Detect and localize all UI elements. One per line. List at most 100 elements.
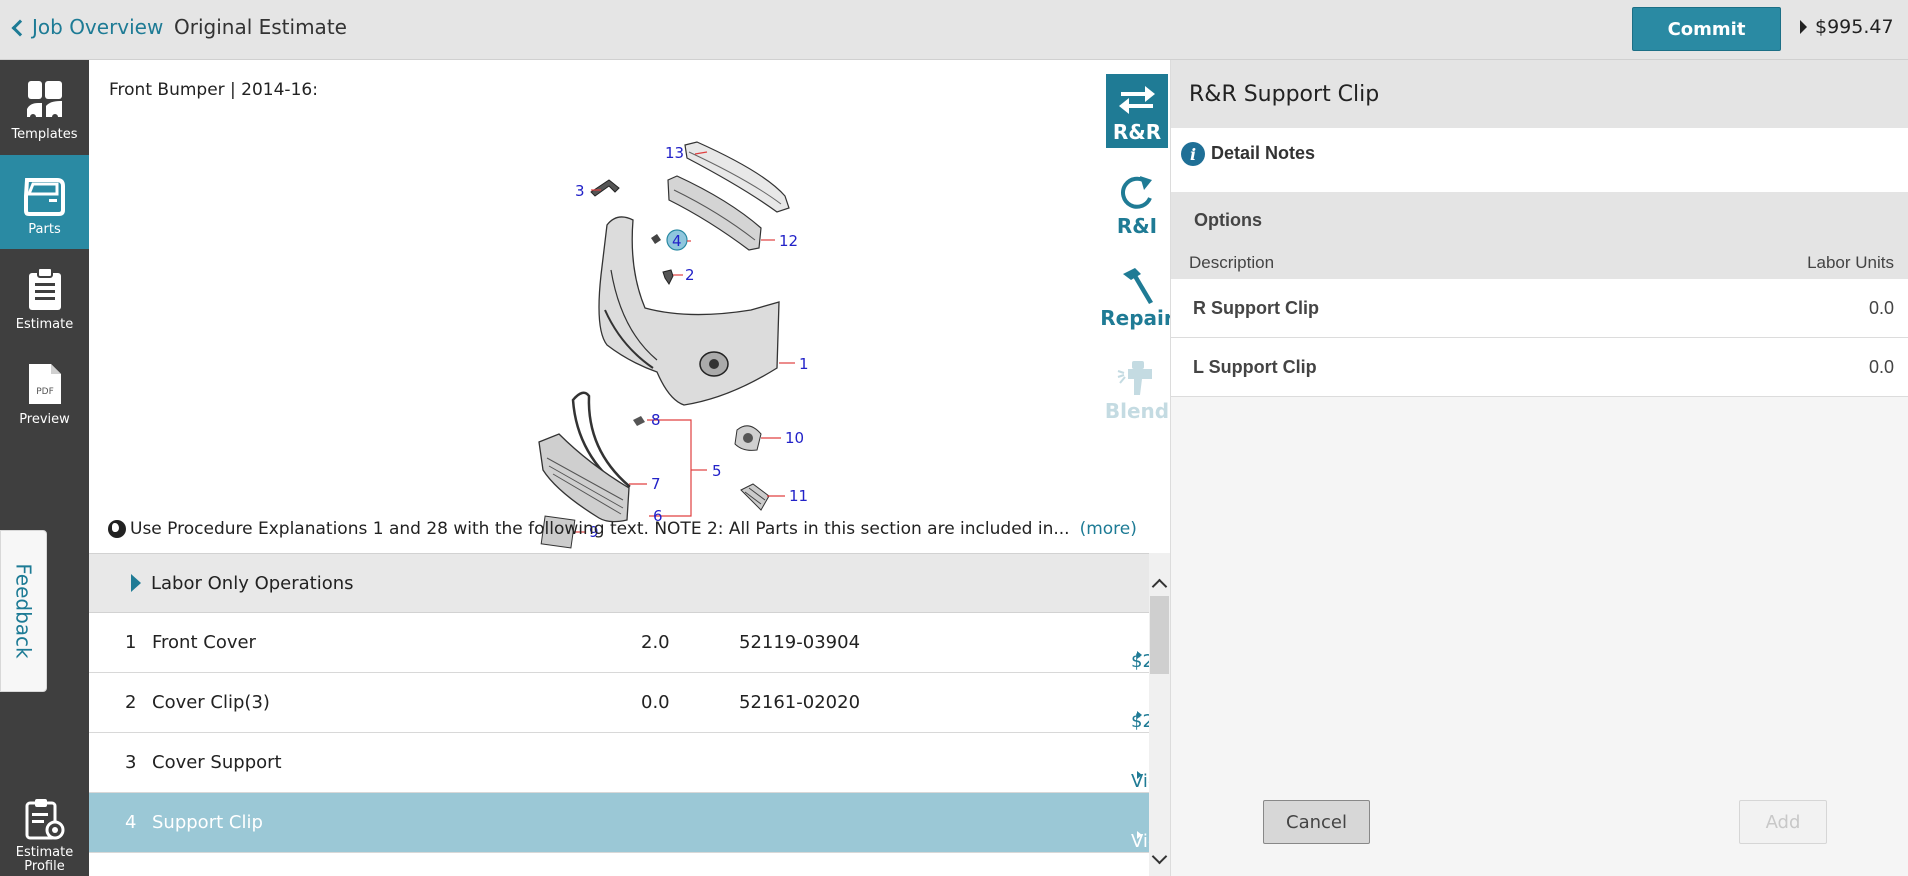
info-icon: i [1181, 142, 1205, 166]
callout-3: 3 [575, 182, 585, 200]
row-labor: 0.0 [641, 692, 670, 713]
column-labor-units: Labor Units [1807, 253, 1894, 272]
feedback-tab[interactable]: Feedback [0, 530, 47, 692]
caret-right-icon [1800, 20, 1807, 34]
parts-panel: Front Bumper | 2014-16: 1 2 3 4 5 6 7 8 … [89, 60, 1205, 876]
row-part-name: Cover Support [152, 752, 282, 773]
caret-right-icon [131, 574, 141, 592]
nav-preview-label: Preview [19, 412, 70, 427]
page-title: Original Estimate [174, 15, 347, 39]
option-description: L Support Clip [1193, 357, 1317, 377]
row-number: 2 [125, 692, 137, 713]
scroll-down-icon[interactable] [1151, 848, 1168, 865]
row-number: 4 [125, 812, 137, 833]
circular-arrow-icon [1121, 176, 1152, 209]
section-title: Front Bumper | 2014-16: [109, 80, 318, 100]
nav-estimate[interactable]: Estimate [0, 250, 89, 344]
spray-gun-icon [1117, 361, 1152, 395]
ri-operation-button[interactable]: R&I [1106, 168, 1168, 242]
callout-11: 11 [789, 487, 808, 505]
callout-5: 5 [712, 462, 722, 480]
clipboard-icon [28, 267, 61, 310]
caret-right-icon [1137, 831, 1142, 839]
row-part-number: 52161-02020 [739, 692, 861, 713]
nav-parts[interactable]: Parts [0, 155, 89, 249]
callout-13: 13 [665, 144, 684, 162]
row-part-name: Cover Clip(3) [152, 692, 270, 713]
procedure-note-text: Use Procedure Explanations 1 and 28 with… [130, 519, 1070, 539]
chevron-left-icon [11, 19, 29, 36]
scroll-up-icon[interactable] [1151, 578, 1168, 595]
car-door-icon [23, 178, 65, 216]
scroll-thumb[interactable] [1150, 596, 1169, 674]
globe-icon [108, 520, 126, 538]
callout-10: 10 [785, 429, 804, 447]
option-labor-units: 0.0 [1868, 357, 1894, 377]
swap-arrows-icon [1119, 86, 1155, 114]
labor-only-label: Labor Only Operations [151, 572, 354, 594]
callout-8: 8 [651, 411, 661, 429]
row-part-number: 52119-03904 [739, 632, 861, 653]
table-row-selected[interactable]: 4 Support Clip View Details [89, 793, 1193, 873]
templates-icon [26, 81, 62, 120]
parts-diagram: 1 2 3 4 5 6 7 8 9 10 11 12 13 044-13459 [538, 141, 809, 565]
job-overview-label: Job Overview [32, 15, 164, 39]
nav-parts-label: Parts [28, 222, 61, 237]
estimate-total[interactable]: $995.47 [1800, 16, 1894, 38]
nav-estimate-label: Estimate [15, 317, 74, 332]
table-scrollbar[interactable] [1149, 553, 1170, 876]
callout-7: 7 [651, 475, 661, 493]
detail-notes[interactable]: i Detail Notes [1171, 128, 1908, 192]
callout-2: 2 [685, 266, 695, 284]
column-description: Description [1189, 253, 1275, 272]
row-number: 3 [125, 752, 137, 773]
caret-right-icon [1137, 651, 1142, 659]
rr-label: R&R [1112, 120, 1162, 144]
labor-only-operations-toggle[interactable]: Labor Only Operations [89, 553, 1149, 613]
job-overview-link[interactable]: Job Overview [11, 15, 164, 39]
options-header: Options Description Labor Units [1171, 192, 1908, 279]
rr-operation-button[interactable]: R&R [1106, 74, 1168, 148]
operation-detail-panel: R&R Support Clip i Detail Notes Options … [1170, 60, 1908, 876]
row-labor: 2.0 [641, 632, 670, 653]
callout-1: 1 [799, 355, 809, 373]
nav-profile-label-1: Estimate [15, 845, 74, 860]
more-link[interactable]: (more) [1080, 519, 1137, 539]
commit-button[interactable]: Commit [1632, 7, 1781, 51]
pdf-document-icon: PDF [28, 364, 61, 404]
feedback-label: Feedback [11, 563, 36, 659]
table-row[interactable]: 3 Cover Support View Details [89, 733, 1193, 813]
options-title: Options [1194, 210, 1262, 230]
ri-label: R&I [1116, 214, 1158, 238]
callout-12: 12 [779, 232, 798, 250]
detail-notes-label: Detail Notes [1211, 143, 1316, 163]
nav-estimate-profile[interactable]: Estimate Profile [0, 795, 89, 876]
nav-preview[interactable]: PDF Preview [0, 345, 89, 439]
parts-table: Labor Only Operations 1 Front Cover 2.0 … [89, 553, 1205, 873]
cancel-button[interactable]: Cancel [1263, 800, 1370, 844]
top-bar: Job Overview Original Estimate Commit $9… [0, 0, 1908, 60]
hammer-icon [1123, 268, 1153, 304]
add-button[interactable]: Add [1739, 800, 1827, 844]
caret-right-icon [1137, 771, 1142, 779]
blend-operation-button[interactable]: Blend [1104, 353, 1170, 427]
table-row[interactable]: 2 Cover Clip(3) 0.0 52161-02020 $2.47 [89, 673, 1183, 733]
row-part-name: Front Cover [152, 632, 256, 653]
nav-templates-label: Templates [11, 127, 78, 142]
repair-label: Repair [1100, 306, 1174, 330]
nav-templates[interactable]: Templates [0, 60, 89, 154]
blend-label: Blend [1104, 399, 1170, 423]
row-part-name: Support Clip [152, 812, 263, 833]
repair-operation-button[interactable]: Repair [1100, 260, 1174, 334]
callout-4: 4 [672, 232, 682, 250]
row-number: 1 [125, 632, 137, 653]
option-labor-units: 0.0 [1868, 298, 1894, 318]
nav-profile-label-2: Profile [24, 859, 65, 874]
estimate-total-value: $995.47 [1815, 16, 1894, 38]
panel-title: R&R Support Clip [1171, 60, 1908, 128]
option-row[interactable]: R Support Clip 0.0 [1171, 279, 1908, 338]
left-navigation: Templates Parts Estimate PDF Preview Est… [0, 60, 89, 876]
option-description: R Support Clip [1193, 298, 1319, 318]
table-row[interactable]: 1 Front Cover 2.0 52119-03904 $254.42 [89, 613, 1205, 673]
option-row[interactable]: L Support Clip 0.0 [1171, 338, 1908, 397]
